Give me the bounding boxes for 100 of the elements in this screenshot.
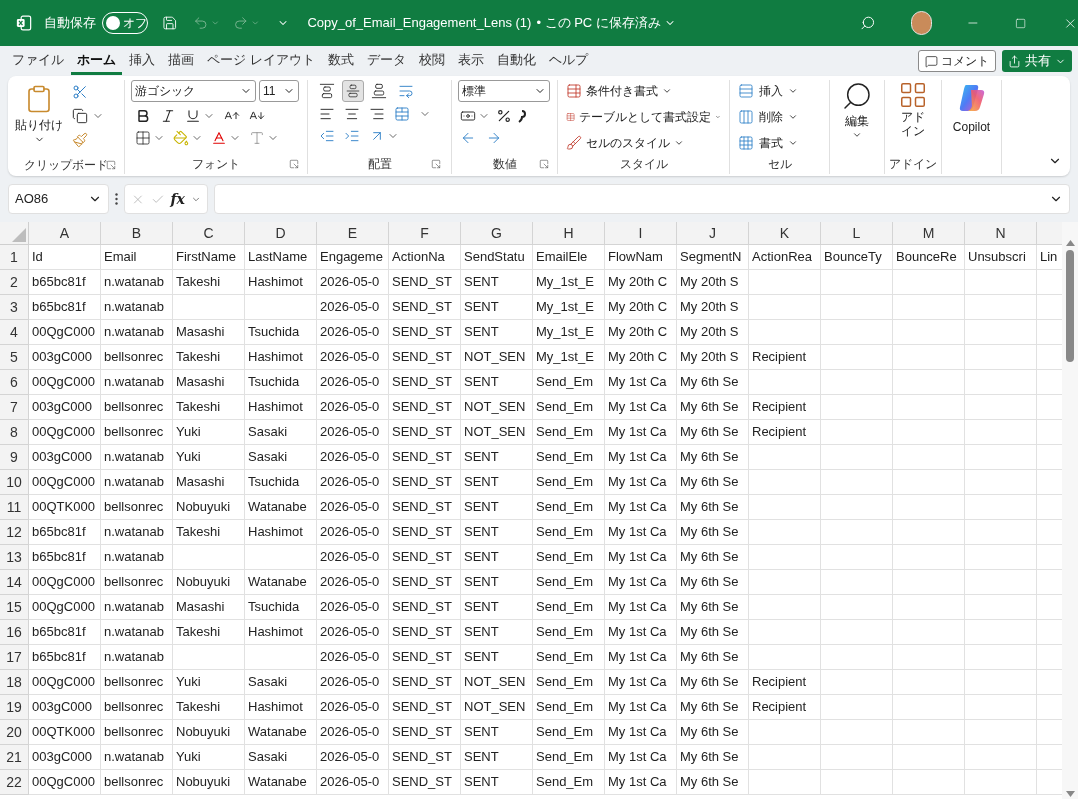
cells-menu-button[interactable]: 書式 — [738, 132, 821, 154]
decrease-decimal-icon[interactable] — [460, 130, 476, 146]
menu-tab[interactable]: 数式 — [321, 47, 360, 75]
vertical-scrollbar[interactable] — [1062, 222, 1078, 799]
row-header[interactable]: 22 — [0, 770, 29, 795]
menu-tab[interactable]: ファイル — [6, 47, 70, 75]
cut-icon[interactable] — [72, 84, 88, 100]
increase-decimal-icon[interactable] — [486, 130, 502, 146]
borders-icon[interactable] — [135, 130, 151, 146]
copilot-label[interactable]: Copilot — [952, 118, 991, 136]
italic-icon[interactable] — [160, 108, 176, 124]
save-icon[interactable] — [161, 14, 178, 32]
number-format-field[interactable]: 標準 — [458, 80, 550, 102]
column-header[interactable]: A — [29, 222, 101, 245]
row-header[interactable]: 10 — [0, 470, 29, 495]
underline-icon[interactable] — [185, 108, 201, 124]
dialog-launcher-icon[interactable] — [106, 160, 116, 170]
row-header[interactable]: 5 — [0, 345, 29, 370]
row-header[interactable]: 21 — [0, 745, 29, 770]
format-painter-icon[interactable] — [72, 132, 88, 148]
row-header[interactable]: 13 — [0, 545, 29, 570]
menu-tab[interactable]: データ — [360, 47, 412, 75]
column-header[interactable]: K — [749, 222, 821, 245]
wrap-text-icon[interactable] — [398, 83, 414, 99]
currency-icon[interactable] — [460, 108, 476, 124]
scroll-down-icon[interactable] — [1065, 791, 1075, 797]
column-header[interactable]: N — [965, 222, 1037, 245]
row-header[interactable]: 6 — [0, 370, 29, 395]
font-size-field[interactable]: 11 — [259, 80, 299, 102]
search-icon[interactable] — [859, 14, 876, 32]
fill-color-icon[interactable] — [173, 130, 189, 146]
style-menu-button[interactable]: 条件付き書式 — [566, 80, 721, 102]
dialog-launcher-icon[interactable] — [539, 159, 549, 169]
undo-icon[interactable] — [193, 14, 209, 32]
row-header[interactable]: 2 — [0, 270, 29, 295]
editing-button[interactable]: 編集 — [841, 80, 873, 140]
menu-tab[interactable]: 挿入 — [123, 47, 161, 75]
column-header[interactable]: J — [677, 222, 749, 245]
comment-button[interactable]: コメント — [918, 50, 996, 72]
menu-tab[interactable]: ページ レイアウト — [201, 47, 321, 75]
merge-icon[interactable] — [394, 106, 410, 122]
row-header[interactable]: 3 — [0, 295, 29, 320]
row-header[interactable]: 7 — [0, 395, 29, 420]
row-header[interactable]: 19 — [0, 695, 29, 720]
bold-icon[interactable] — [135, 108, 151, 124]
more-icon[interactable] — [115, 193, 118, 205]
row-header[interactable]: 1 — [0, 245, 29, 270]
row-header[interactable]: 11 — [0, 495, 29, 520]
column-header[interactable]: F — [389, 222, 461, 245]
avatar[interactable] — [911, 11, 933, 35]
decrease-indent-icon[interactable] — [319, 128, 335, 144]
middle-align-icon[interactable] — [342, 80, 364, 102]
dialog-launcher-icon[interactable] — [431, 159, 441, 169]
align-left-icon[interactable] — [319, 106, 335, 122]
insert-function-button[interactable]: fx — [170, 188, 185, 210]
formula-input-field[interactable] — [214, 184, 1070, 214]
row-header[interactable]: 4 — [0, 320, 29, 345]
column-header[interactable]: D — [245, 222, 317, 245]
menu-tab[interactable]: 校閲 — [412, 47, 451, 75]
menu-tab[interactable]: 自動化 — [490, 47, 542, 75]
column-header[interactable]: I — [605, 222, 677, 245]
maximize-icon[interactable] — [1015, 16, 1027, 30]
column-header[interactable]: M — [893, 222, 965, 245]
align-right-icon[interactable] — [369, 106, 385, 122]
increase-indent-icon[interactable] — [344, 128, 360, 144]
row-header[interactable]: 15 — [0, 595, 29, 620]
comma-style-icon[interactable] — [518, 109, 526, 123]
style-menu-button[interactable]: セルのスタイル — [566, 132, 721, 154]
caret-icon[interactable] — [250, 18, 260, 28]
row-header[interactable]: 20 — [0, 720, 29, 745]
column-header[interactable]: L — [821, 222, 893, 245]
column-header[interactable]: E — [317, 222, 389, 245]
share-button[interactable]: 共有 — [1002, 50, 1072, 72]
name-box[interactable]: AO86 — [8, 184, 109, 214]
row-header[interactable]: 17 — [0, 645, 29, 670]
column-header[interactable]: C — [173, 222, 245, 245]
menu-tab[interactable]: 表示 — [451, 47, 490, 75]
column-header[interactable]: G — [461, 222, 533, 245]
redo-icon[interactable] — [233, 14, 249, 32]
style-menu-button[interactable]: テーブルとして書式設定 — [566, 106, 721, 128]
save-status[interactable]: • この PC に保存済み — [536, 13, 661, 33]
row-header[interactable]: 9 — [0, 445, 29, 470]
percent-icon[interactable] — [496, 108, 512, 124]
cells-menu-button[interactable]: 挿入 — [738, 80, 821, 102]
row-header[interactable]: 14 — [0, 570, 29, 595]
menu-tab[interactable]: ヘルプ — [542, 47, 594, 75]
column-header[interactable]: B — [101, 222, 173, 245]
paste-button[interactable]: 貼り付け — [14, 80, 64, 156]
row-header[interactable]: 12 — [0, 520, 29, 545]
scroll-up-icon[interactable] — [1065, 240, 1075, 246]
dialog-launcher-icon[interactable] — [289, 159, 299, 169]
column-header[interactable]: H — [533, 222, 605, 245]
row-header[interactable]: 16 — [0, 620, 29, 645]
caret-icon[interactable] — [210, 18, 220, 28]
scrollbar-thumb[interactable] — [1066, 250, 1074, 362]
align-center-icon[interactable] — [344, 106, 360, 122]
phonetic-icon[interactable] — [249, 130, 265, 146]
menu-tab[interactable]: 描画 — [162, 47, 200, 75]
font-color-icon[interactable] — [211, 130, 227, 146]
font-name-field[interactable]: 游ゴシック — [131, 80, 256, 102]
